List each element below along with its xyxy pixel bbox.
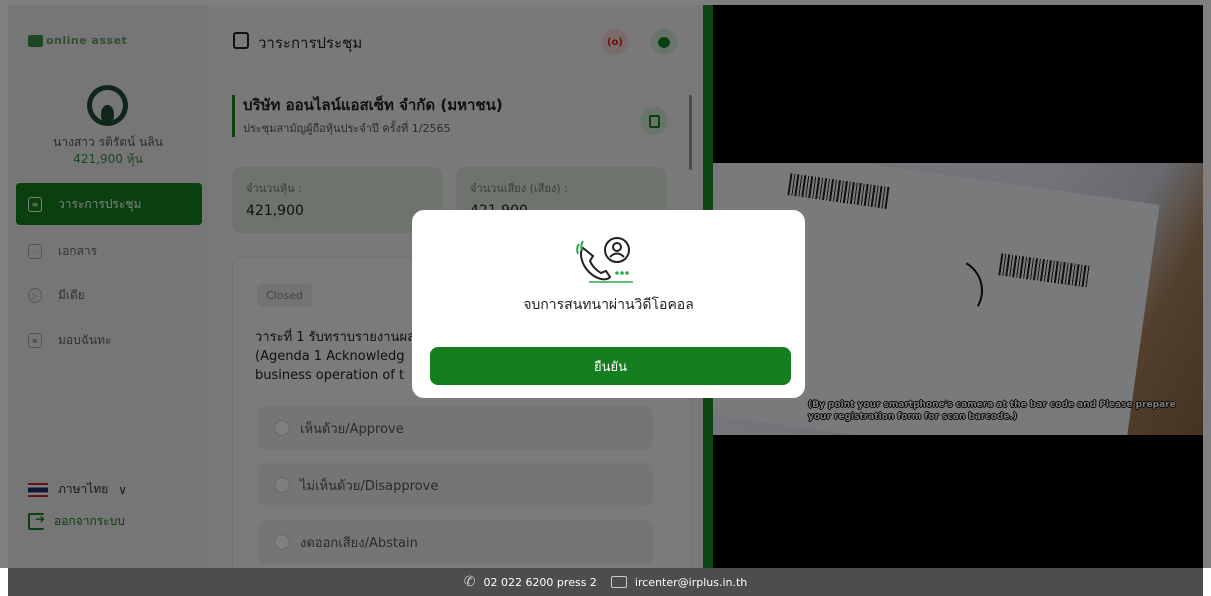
phone-icon: ✆ [463, 574, 476, 590]
end-call-dialog: จบการสนทนาผ่านวิดีโอคอล ยืนยัน [412, 210, 805, 398]
video-call-icon [576, 237, 633, 283]
mail-icon [610, 576, 627, 588]
footer: ✆ 02 022 6200 press 2 ircenter@irplus.in… [8, 568, 1203, 596]
dialog-title: จบการสนทนาผ่านวิดีโอคอล [523, 297, 694, 313]
footer-phone[interactable]: 02 022 6200 press 2 [483, 576, 596, 589]
confirm-button[interactable]: ยืนยัน [430, 347, 791, 385]
footer-email[interactable]: ircenter@irplus.in.th [635, 576, 747, 589]
